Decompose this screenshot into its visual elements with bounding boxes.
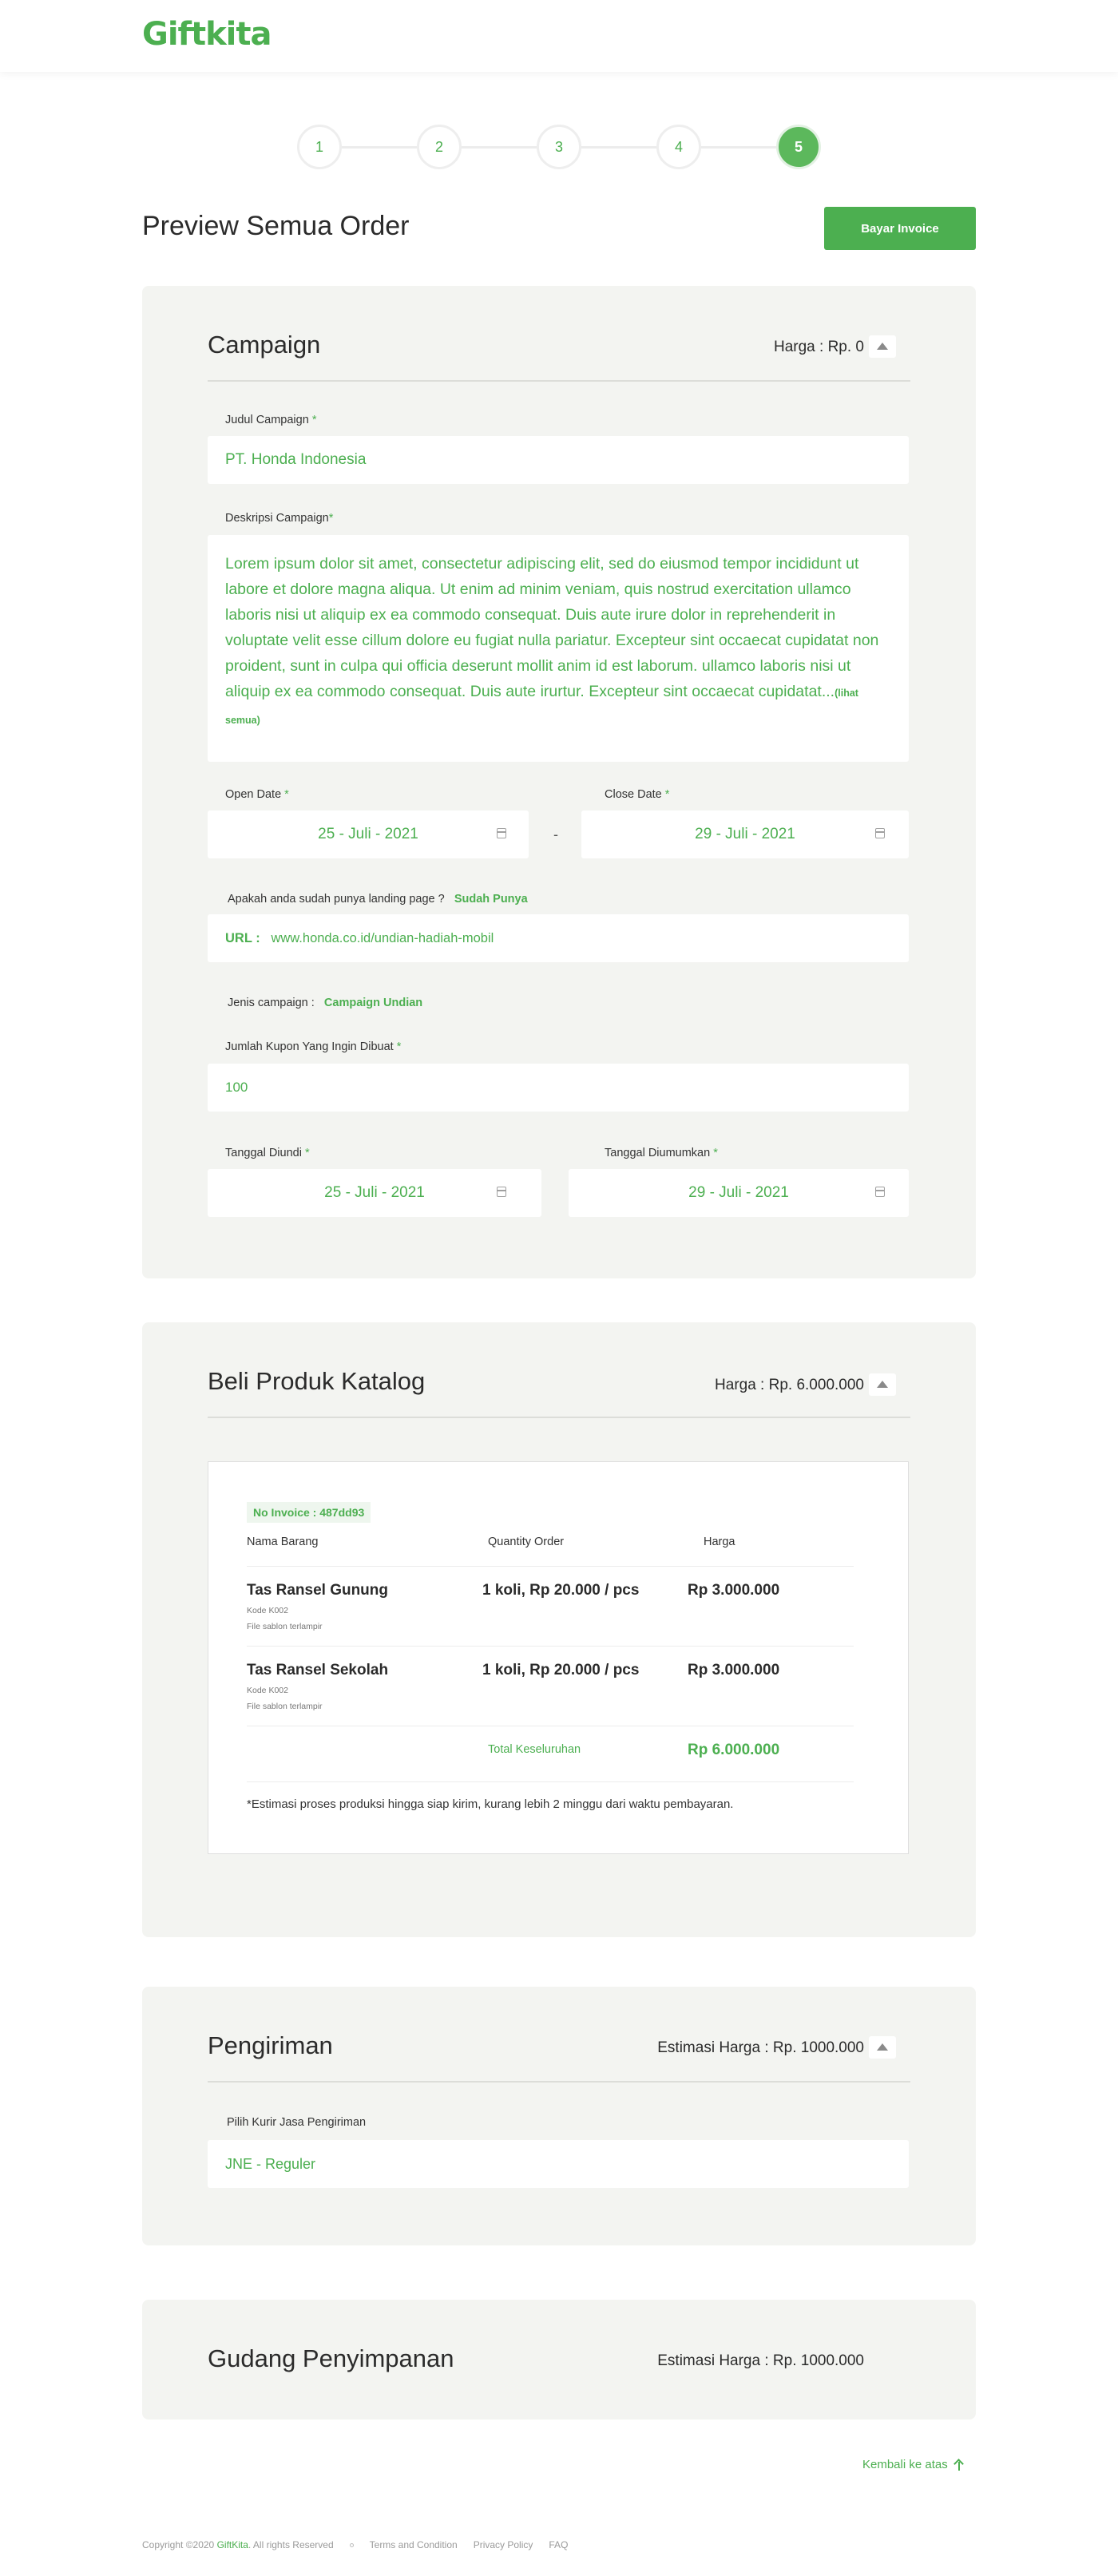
judul-campaign-label: Judul Campaign * (225, 414, 317, 426)
invoice-box: No Invoice : 487dd93 Nama Barang Quantit… (208, 1461, 909, 1854)
column-header: Nama Barang (247, 1536, 319, 1548)
calendar-icon[interactable] (497, 828, 506, 838)
back-to-top-link[interactable]: Kembali ke atas (862, 2458, 964, 2471)
invoice-number-badge: No Invoice : 487dd93 (247, 1502, 371, 1523)
collapse-toggle-icon[interactable] (869, 335, 896, 358)
item-qty: 1 koli, Rp 20.000 / pcs (482, 1662, 640, 1678)
item-code: Kode K002 (247, 1686, 288, 1695)
separator-dot-icon (349, 2542, 354, 2547)
copyright: Copyright ©2020 GiftKita. All rights Res… (142, 2539, 334, 2550)
production-note: *Estimasi proses produksi hingga siap ki… (247, 1797, 734, 1811)
arrow-up-icon (954, 2459, 964, 2471)
judul-campaign-field[interactable]: PT. Honda Indonesia (208, 436, 909, 484)
pengiriman-price: Estimasi Harga : Rp. 1000.000 (657, 2039, 864, 2056)
calendar-icon[interactable] (875, 828, 885, 838)
url-label: URL : (225, 930, 260, 945)
date-separator: - (553, 826, 558, 842)
kurir-label: Pilih Kurir Jasa Pengiriman (227, 2116, 367, 2129)
landing-page-question: Apakah anda sudah punya landing page ? S… (228, 893, 528, 906)
pay-invoice-button[interactable]: Bayar Invoice (824, 207, 976, 250)
campaign-card: Campaign Harga : Rp. 0 Judul Campaign * … (142, 286, 976, 1278)
katalog-price: Harga : Rp. 6.000.000 (715, 1377, 864, 1393)
logo[interactable]: Giftkita (142, 16, 272, 53)
tanggal-diundi-field[interactable]: 25 - Juli - 2021 (208, 1169, 541, 1217)
footer-link-terms[interactable]: Terms and Condition (370, 2539, 458, 2550)
step-1[interactable]: 1 (297, 125, 342, 169)
order-stepper: 1 2 3 4 5 (295, 125, 823, 169)
jenis-campaign-label: Jenis campaign : Campaign Undian (228, 997, 423, 1009)
gudang-title: Gudang Penyimpanan (208, 2344, 454, 2372)
item-name: Tas Ransel Gunung (247, 1582, 389, 1599)
pengiriman-card: Pengiriman Estimasi Harga : Rp. 1000.000… (142, 1987, 976, 2245)
url-field[interactable]: URL : www.honda.co.id/undian-hadiah-mobi… (208, 914, 909, 962)
item-price: Rp 3.000.000 (688, 1662, 780, 1678)
tanggal-diumumkan-field[interactable]: 29 - Juli - 2021 (569, 1169, 909, 1217)
campaign-divider (208, 380, 910, 382)
step-2[interactable]: 2 (417, 125, 462, 169)
collapse-toggle-icon[interactable] (869, 1373, 896, 1396)
footer-link-privacy[interactable]: Privacy Policy (474, 2539, 533, 2550)
calendar-icon[interactable] (497, 1187, 506, 1197)
campaign-price: Harga : Rp. 0 (774, 339, 864, 355)
pengiriman-divider (208, 2081, 910, 2083)
step-3[interactable]: 3 (537, 125, 581, 169)
jumlah-kupon-field[interactable]: 100 (208, 1064, 909, 1112)
deskripsi-campaign-label: Deskripsi Campaign* (225, 512, 334, 525)
item-file: File sablon terlampir (247, 1622, 323, 1631)
katalog-divider (208, 1417, 910, 1418)
gudang-card: Gudang Penyimpanan Estimasi Harga : Rp. … (142, 2300, 976, 2419)
landing-page-answer: Sudah Punya (454, 893, 528, 906)
step-4[interactable]: 4 (656, 125, 701, 169)
item-name: Tas Ransel Sekolah (247, 1662, 389, 1678)
jumlah-kupon-label: Jumlah Kupon Yang Ingin Dibuat * (225, 1040, 402, 1053)
row-divider (247, 1781, 854, 1782)
step-5-active[interactable]: 5 (776, 125, 821, 169)
deskripsi-campaign-field[interactable]: Lorem ipsum dolor sit amet, consectetur … (208, 535, 909, 762)
kurir-field[interactable]: JNE - Reguler (208, 2140, 909, 2188)
top-navbar: Giftkita (0, 0, 1118, 72)
open-date-field[interactable]: 25 - Juli - 2021 (208, 810, 529, 858)
item-file: File sablon terlampir (247, 1702, 323, 1711)
row-divider (247, 1566, 854, 1567)
collapse-toggle-icon[interactable] (869, 2036, 896, 2059)
pengiriman-title: Pengiriman (208, 2031, 333, 2059)
total-value: Rp 6.000.000 (688, 1742, 780, 1758)
calendar-icon[interactable] (875, 1187, 885, 1197)
tanggal-diumumkan-label: Tanggal Diumumkan * (605, 1147, 718, 1159)
item-code: Kode K002 (247, 1606, 288, 1615)
close-date-field[interactable]: 29 - Juli - 2021 (581, 810, 909, 858)
item-qty: 1 koli, Rp 20.000 / pcs (482, 1582, 640, 1599)
katalog-title: Beli Produk Katalog (208, 1367, 426, 1395)
campaign-title: Campaign (208, 331, 321, 359)
page-title: Preview Semua Order (142, 211, 410, 241)
column-header: Harga (704, 1536, 735, 1548)
open-date-label: Open Date * (225, 788, 289, 801)
row-divider (247, 1646, 854, 1647)
total-label: Total Keseluruhan (488, 1743, 581, 1756)
tanggal-diundi-label: Tanggal Diundi * (225, 1147, 310, 1159)
column-header: Quantity Order (488, 1536, 565, 1548)
jenis-campaign-value: Campaign Undian (323, 997, 423, 1009)
close-date-label: Close Date * (605, 788, 670, 801)
item-price: Rp 3.000.000 (688, 1582, 780, 1599)
footer-link-faq[interactable]: FAQ (549, 2539, 568, 2550)
footer: Copyright ©2020 GiftKita. All rights Res… (142, 2539, 568, 2550)
gudang-price: Estimasi Harga : Rp. 1000.000 (657, 2352, 864, 2369)
